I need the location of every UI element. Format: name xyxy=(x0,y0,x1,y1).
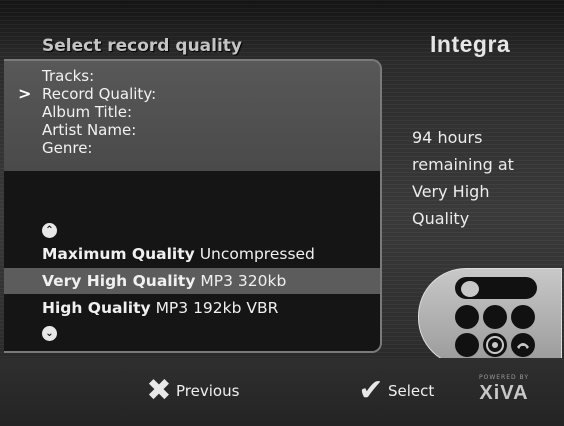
footer-bar: ✖ Previous ✔ Select POWERED BY XiVA xyxy=(0,358,564,426)
info-line: Very High xyxy=(412,182,490,201)
remote-button-icon xyxy=(483,305,507,329)
chevron-down-icon[interactable]: ⌄ xyxy=(42,326,57,341)
quality-option-very-high[interactable]: Very High Quality MP3 320kb xyxy=(4,268,380,294)
close-x-icon: ✖ xyxy=(146,373,172,408)
screen-background: Select record quality Integra > Tracks: … xyxy=(0,0,564,426)
quality-list: ⌃ Maximum Quality Uncompressed Very High… xyxy=(4,171,380,351)
disc-icon xyxy=(486,336,504,354)
quality-option-detail: MP3 192kb VBR xyxy=(155,299,279,317)
checkmark-icon: ✔ xyxy=(358,373,384,408)
page-title: Select record quality xyxy=(42,36,242,56)
phone-icon xyxy=(517,343,529,349)
previous-button[interactable]: ✖ Previous xyxy=(144,376,254,406)
field-genre[interactable]: Genre: xyxy=(42,139,92,157)
quality-option-name: Maximum Quality xyxy=(42,245,195,263)
selection-panel: > Tracks: Record Quality: Album Title: A… xyxy=(4,59,382,353)
remote-indicator-icon xyxy=(461,281,479,297)
remote-wide-button-icon xyxy=(455,277,537,299)
remote-button-icon xyxy=(455,305,479,329)
info-line: Quality xyxy=(412,209,470,228)
remote-button-icon xyxy=(455,333,479,357)
field-tracks[interactable]: Tracks: xyxy=(42,67,94,85)
remote-disc-button-icon xyxy=(483,333,507,357)
powered-by-text: POWERED BY xyxy=(478,374,529,381)
remote-phone-button-icon xyxy=(511,333,535,357)
field-record-quality[interactable]: Record Quality: xyxy=(42,85,156,103)
field-album-title[interactable]: Album Title: xyxy=(42,103,132,121)
info-line: 94 hours xyxy=(412,128,483,147)
xiva-logo: XiVA xyxy=(479,382,529,404)
quality-option-detail: Uncompressed xyxy=(199,245,315,263)
remote-button-icon xyxy=(511,305,535,329)
info-line: remaining at xyxy=(412,155,514,174)
quality-option-name: High Quality xyxy=(42,299,151,317)
field-list: > Tracks: Record Quality: Album Title: A… xyxy=(4,61,380,171)
select-label: Select xyxy=(388,382,435,400)
brand-logo: Integra xyxy=(430,31,511,57)
quality-option-high[interactable]: High Quality MP3 192kb VBR xyxy=(4,295,380,321)
chevron-up-icon[interactable]: ⌃ xyxy=(42,223,57,238)
field-artist-name[interactable]: Artist Name: xyxy=(42,121,136,139)
quality-option-maximum[interactable]: Maximum Quality Uncompressed xyxy=(4,241,380,267)
select-button[interactable]: ✔ Select xyxy=(356,376,456,406)
selection-pointer-icon: > xyxy=(18,84,32,103)
previous-label: Previous xyxy=(176,382,240,400)
remote-control-graphic xyxy=(418,268,562,366)
quality-option-name: Very High Quality xyxy=(42,272,196,290)
quality-option-detail: MP3 320kb xyxy=(200,272,287,290)
info-text: 94 hours remaining at Very High Quality xyxy=(412,124,552,232)
